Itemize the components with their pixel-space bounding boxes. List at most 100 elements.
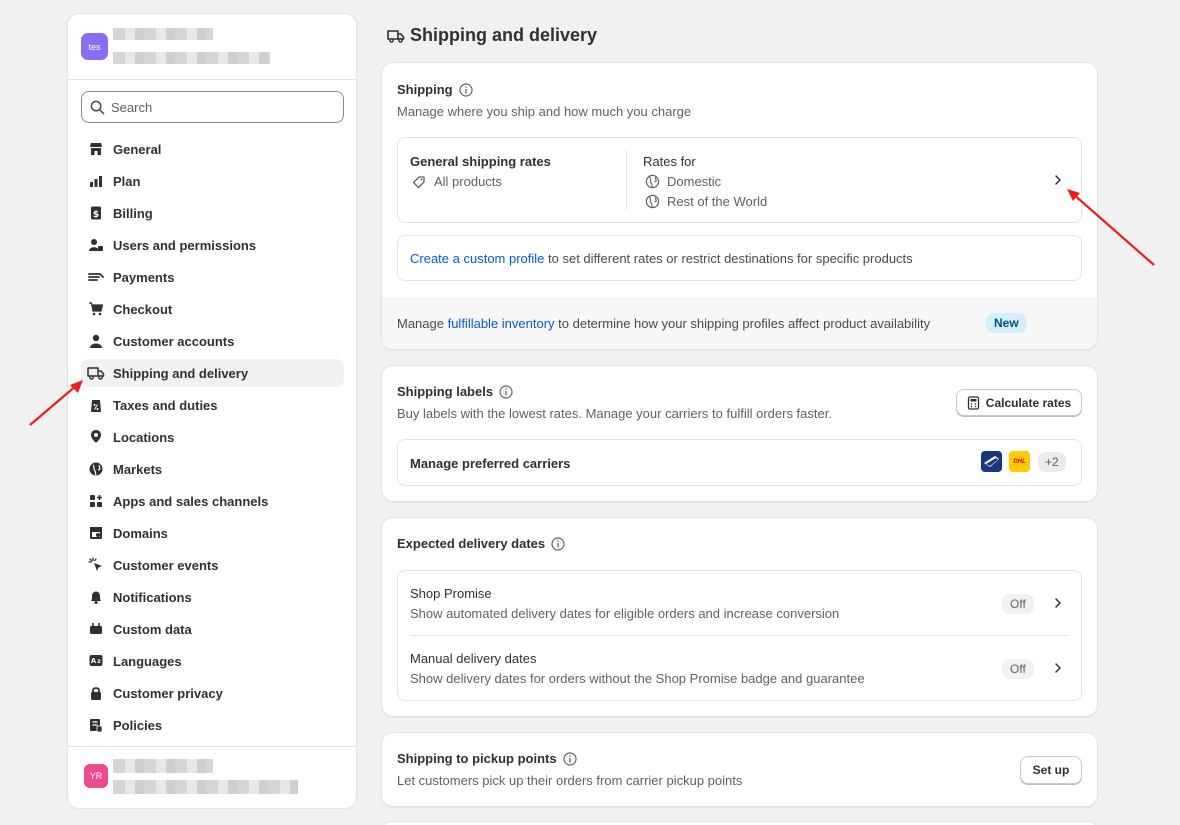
- dhl-logo-icon: DHL: [1009, 451, 1030, 472]
- sidebar-item-checkout[interactable]: Checkout: [81, 295, 344, 323]
- general-rates-title: General shipping rates: [410, 154, 551, 169]
- sidebar-item-taxes[interactable]: Taxes and duties: [81, 391, 344, 419]
- redacted-user-name: [113, 759, 213, 773]
- status-badge: Off: [1002, 659, 1034, 679]
- sidebar-item-users[interactable]: Users and permissions: [81, 231, 344, 259]
- sidebar-item-label: Taxes and duties: [113, 397, 218, 413]
- sidebar-item-apps[interactable]: Apps and sales channels: [81, 487, 344, 515]
- user-footer[interactable]: YR: [68, 746, 356, 808]
- search-input[interactable]: [111, 99, 331, 115]
- custom-profile-row: Create a custom profile to set different…: [397, 235, 1082, 281]
- general-rates-row[interactable]: General shipping rates All products Rate…: [397, 137, 1082, 223]
- lock-icon: [87, 684, 105, 702]
- users-icon: [87, 236, 105, 254]
- set-up-button[interactable]: Set up: [1020, 756, 1082, 784]
- search-field[interactable]: [81, 91, 344, 123]
- sidebar-item-locations[interactable]: Locations: [81, 423, 344, 451]
- more-carriers-badge: +2: [1038, 452, 1066, 472]
- sidebar-item-label: General: [113, 141, 162, 157]
- manual-delivery-row[interactable]: Manual delivery dates Show delivery date…: [398, 636, 1081, 701]
- shop-promise-row[interactable]: Shop Promise Show automated delivery dat…: [398, 571, 1081, 636]
- sidebar-item-label: Checkout: [113, 301, 173, 317]
- sidebar-item-label: Markets: [113, 461, 163, 477]
- page-title-text: Shipping and delivery: [410, 25, 598, 45]
- sidebar-item-billing[interactable]: $ Billing: [81, 199, 344, 227]
- person-icon: [87, 332, 105, 350]
- info-icon[interactable]: [499, 384, 513, 399]
- chevron-right-icon[interactable]: [1052, 662, 1064, 674]
- settings-sidebar: tes General Plan $ Billing Users and per…: [67, 13, 357, 809]
- redacted-user-email: [113, 780, 298, 794]
- shipping-card: Shipping Manage where you ship and how m…: [381, 62, 1098, 350]
- chevron-right-icon[interactable]: [1052, 597, 1064, 609]
- store-icon: [87, 140, 105, 158]
- delivery-dates-title-text: Expected delivery dates: [397, 536, 546, 551]
- custom-profile-desc: to set different rates or restrict desti…: [544, 251, 913, 266]
- sidebar-item-payments[interactable]: Payments: [81, 263, 344, 291]
- globe-icon: [645, 194, 660, 209]
- svg-text:$: $: [93, 210, 99, 220]
- sidebar-item-label: Notifications: [113, 589, 192, 605]
- calculate-rates-button[interactable]: Calculate rates: [956, 389, 1082, 416]
- sidebar-item-label: Plan: [113, 173, 141, 189]
- sidebar-item-label: Customer accounts: [113, 333, 235, 349]
- sidebar-item-customer-events[interactable]: Customer events: [81, 551, 344, 579]
- sidebar-item-policies[interactable]: Policies: [81, 711, 344, 739]
- info-icon[interactable]: [459, 82, 473, 97]
- store-header[interactable]: tes: [68, 14, 356, 80]
- sidebar-item-general[interactable]: General: [81, 135, 344, 163]
- preferred-carriers-label: Manage preferred carriers: [410, 456, 571, 471]
- pickup-title-text: Shipping to pickup points: [397, 751, 557, 766]
- sidebar-item-label: Locations: [113, 429, 175, 445]
- footer-suffix: to determine how your shipping profiles …: [554, 316, 931, 331]
- sidebar-item-customer-accounts[interactable]: Customer accounts: [81, 327, 344, 355]
- sidebar-item-shipping[interactable]: Shipping and delivery: [81, 359, 344, 387]
- shipping-labels-title-text: Shipping labels: [397, 384, 494, 399]
- sidebar-item-domains[interactable]: Domains: [81, 519, 344, 547]
- calculate-rates-label: Calculate rates: [985, 395, 1072, 410]
- fulfillable-inventory-link[interactable]: fulfillable inventory: [448, 316, 555, 331]
- payments-icon: [87, 268, 105, 286]
- sidebar-item-customer-privacy[interactable]: Customer privacy: [81, 679, 344, 707]
- sidebar-item-label: Apps and sales channels: [113, 493, 269, 509]
- shipping-title-text: Shipping: [397, 82, 453, 97]
- sidebar-item-markets[interactable]: Markets: [81, 455, 344, 483]
- info-icon[interactable]: [551, 536, 565, 551]
- preferred-carriers-row[interactable]: Manage preferred carriers DHL +2: [397, 439, 1082, 486]
- new-badge: New: [986, 313, 1027, 333]
- sidebar-item-label: Shipping and delivery: [113, 365, 249, 381]
- sidebar-item-label: Languages: [113, 653, 182, 669]
- cursor-icon: [87, 556, 105, 574]
- sidebar-item-custom-data[interactable]: Custom data: [81, 615, 344, 643]
- sidebar-item-label: Customer privacy: [113, 685, 223, 701]
- sidebar-item-label: Custom data: [113, 621, 192, 637]
- footer-prefix: Manage: [397, 316, 448, 331]
- globe-icon: [87, 460, 105, 478]
- settings-nav: General Plan $ Billing Users and permiss…: [81, 135, 344, 743]
- shop-promise-desc: Show automated delivery dates for eligib…: [410, 606, 840, 621]
- globe-icon: [645, 174, 660, 189]
- all-products-text: All products: [434, 174, 502, 189]
- create-custom-profile-link[interactable]: Create a custom profile: [410, 251, 544, 266]
- store-avatar: tes: [81, 33, 108, 60]
- location-icon: [87, 428, 105, 446]
- truck-icon: [387, 29, 405, 43]
- sidebar-item-plan[interactable]: Plan: [81, 167, 344, 195]
- redacted-store-url: [113, 52, 270, 64]
- shipping-subtitle: Manage where you ship and how much you c…: [397, 104, 692, 119]
- apps-icon: [87, 492, 105, 510]
- status-badge: Off: [1002, 594, 1034, 614]
- rest-of-world-text: Rest of the World: [667, 194, 768, 209]
- domestic-text: Domestic: [667, 174, 722, 189]
- info-icon[interactable]: [562, 751, 577, 766]
- sidebar-item-label: Users and permissions: [113, 237, 257, 253]
- calculator-icon: [967, 395, 979, 410]
- svg-text:A: A: [91, 657, 97, 665]
- sidebar-item-label: Billing: [113, 205, 153, 221]
- sidebar-item-notifications[interactable]: Notifications: [81, 583, 344, 611]
- rate-rest-of-world: Rest of the World: [645, 194, 767, 209]
- shop-promise-title: Shop Promise: [410, 586, 492, 601]
- sidebar-item-languages[interactable]: Az Languages: [81, 647, 344, 675]
- delivery-dates-list: Shop Promise Show automated delivery dat…: [397, 570, 1082, 701]
- pickup-title: Shipping to pickup points: [397, 751, 577, 766]
